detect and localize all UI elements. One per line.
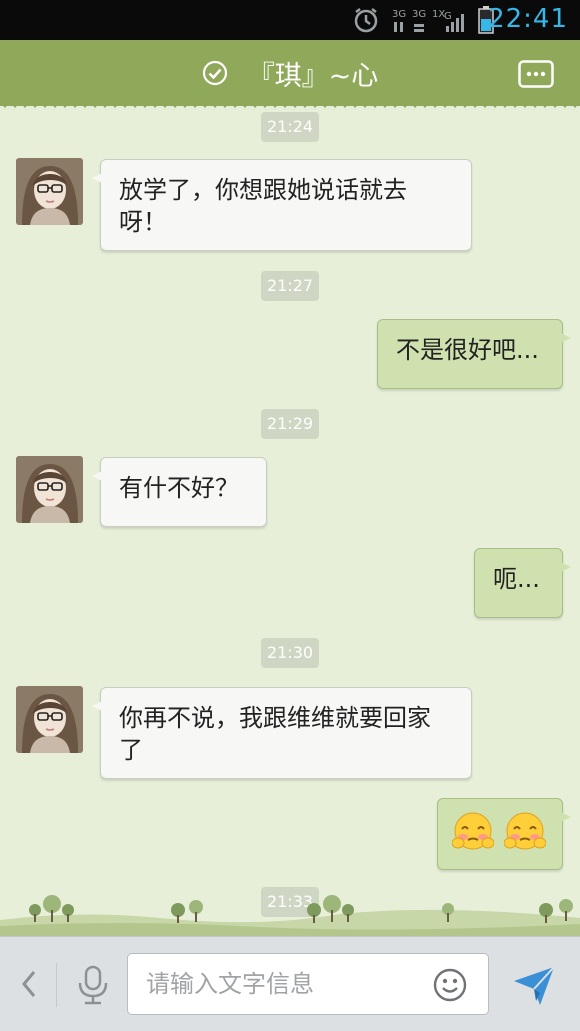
microphone-icon[interactable] — [76, 965, 110, 1005]
svg-text:G: G — [444, 11, 452, 22]
outgoing-message-bubble[interactable]: 呃... — [474, 548, 571, 618]
message-text: 你再不说，我跟维维就要回家了 — [119, 704, 431, 764]
message-input-bar — [0, 936, 580, 1031]
status-bar: 3G 3G 1X G 22:41 — [0, 0, 580, 40]
contact-name: 『琪』~心 — [247, 60, 379, 92]
chat-header: 『琪』~心 — [0, 40, 580, 108]
contact-avatar[interactable] — [16, 158, 83, 225]
blush-emoji-icon — [452, 812, 494, 850]
status-time: 22:41 — [488, 4, 568, 34]
message-text: 有什不好？ — [119, 474, 239, 502]
incoming-message-bubble[interactable]: 你再不说，我跟维维就要回家了 — [92, 687, 472, 779]
alarm-icon — [354, 8, 378, 33]
back-chevron-icon[interactable] — [20, 969, 38, 999]
smiley-icon[interactable] — [433, 968, 467, 1002]
message-input-field[interactable] — [127, 953, 489, 1015]
bubble-tail — [559, 561, 571, 573]
scenery-decoration — [0, 895, 580, 936]
message-text: 不是很好吧... — [396, 336, 539, 364]
check-circle-icon — [202, 60, 227, 86]
message-text: 放学了，你想跟她说话就去呀！ — [119, 176, 407, 236]
contact-avatar[interactable] — [16, 456, 83, 523]
bubble-tail — [559, 811, 571, 823]
bubble-tail — [92, 700, 104, 712]
contact-avatar[interactable] — [16, 686, 83, 753]
message-timestamp: 21:27 — [261, 271, 319, 301]
bubble-tail — [559, 332, 571, 344]
send-icon[interactable] — [512, 963, 556, 1007]
message-timestamp: 21:29 — [261, 409, 319, 439]
message-text: 呃... — [493, 565, 540, 593]
bubble-tail — [92, 172, 104, 184]
incoming-message-bubble[interactable]: 放学了，你想跟她说话就去呀！ — [92, 159, 472, 251]
more-menu-icon[interactable] — [518, 60, 554, 88]
svg-text:3G: 3G — [412, 9, 426, 20]
signal-icon: 3G 3G 1X G — [392, 9, 464, 32]
blush-emoji-icon — [503, 812, 546, 850]
chat-title: 『琪』~心 — [0, 40, 580, 106]
divider — [56, 963, 57, 1007]
bubble-tail — [92, 470, 104, 482]
chat-area[interactable]: 21:24 放学了，你想跟她说话就去呀！ 21:27 不是很好吧... 21:2… — [0, 106, 580, 936]
outgoing-message-bubble[interactable]: 不是很好吧... — [377, 319, 571, 389]
message-input[interactable] — [128, 954, 408, 1014]
message-timestamp: 21:30 — [261, 638, 319, 668]
svg-text:3G: 3G — [392, 9, 406, 20]
incoming-message-bubble[interactable]: 有什不好？ — [92, 457, 267, 527]
message-timestamp: 21:24 — [261, 112, 319, 142]
outgoing-emoji-bubble[interactable] — [437, 798, 571, 870]
